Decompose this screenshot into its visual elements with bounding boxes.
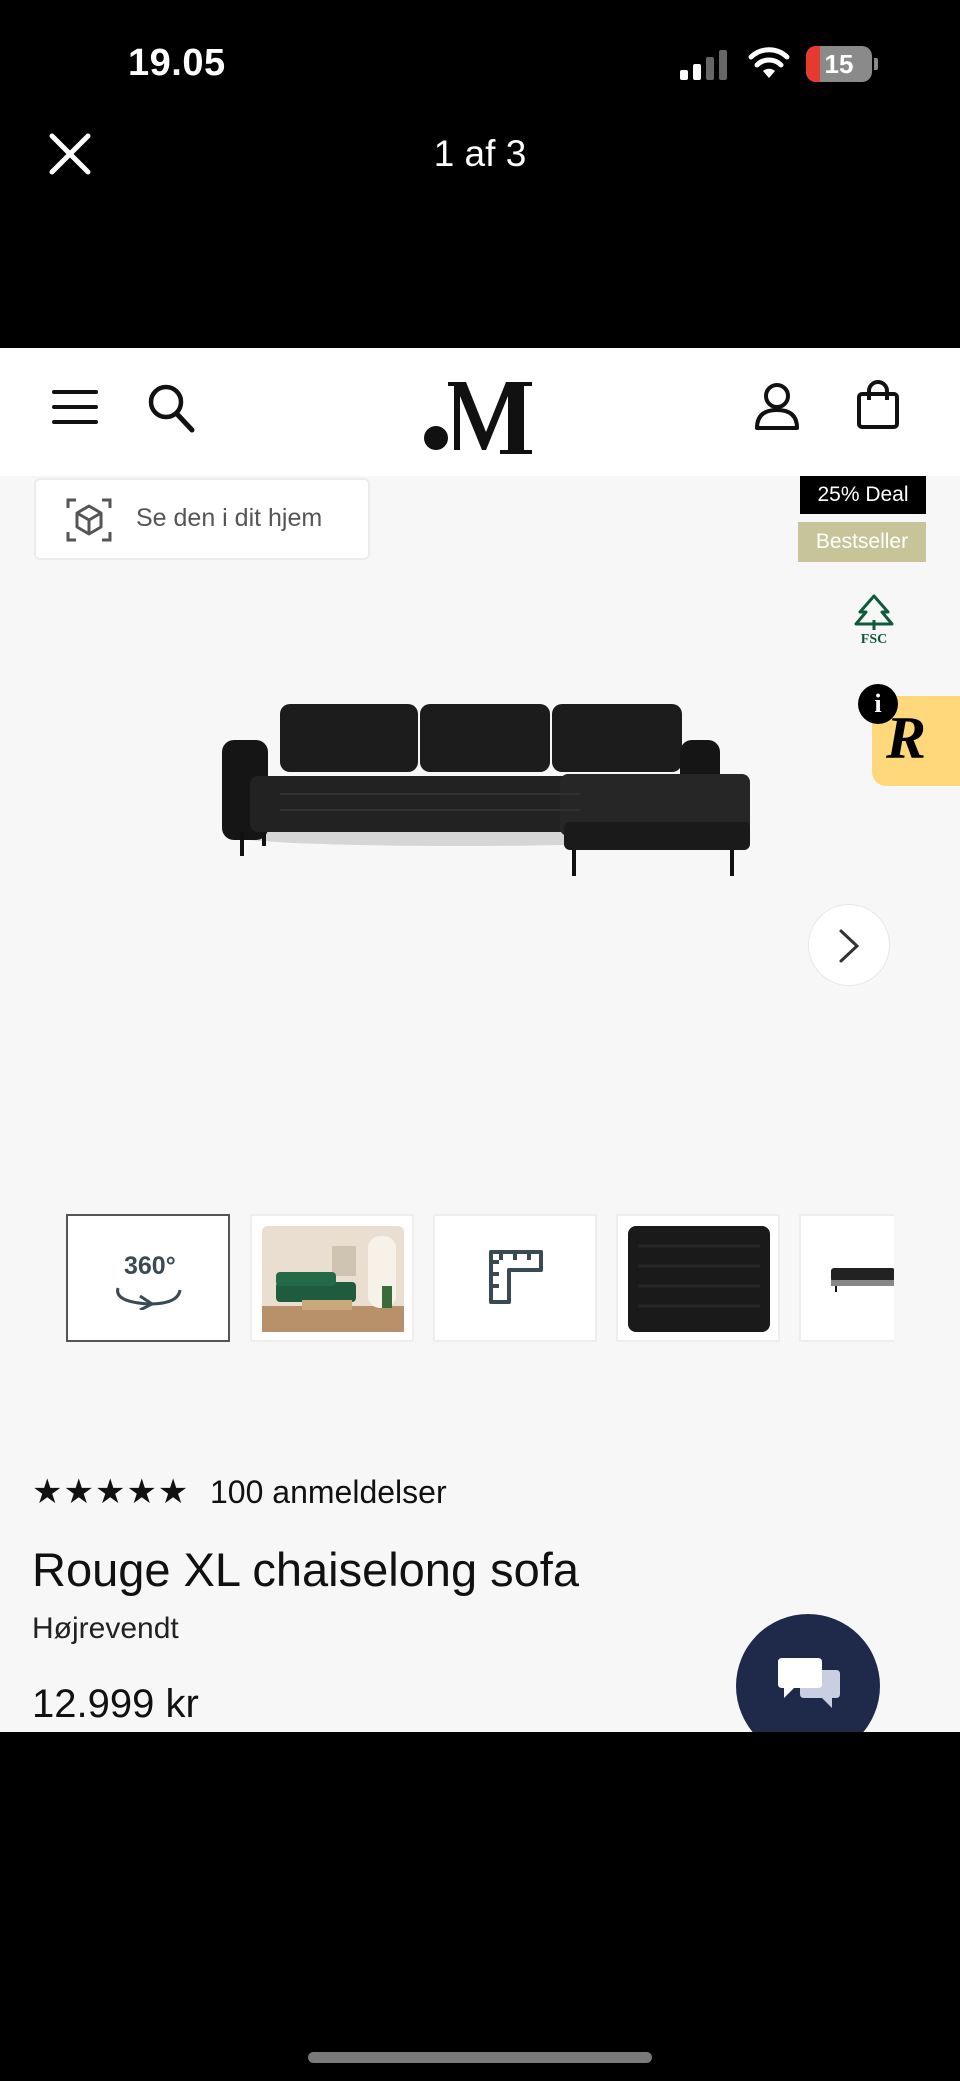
product-title: Rouge XL chaiselong sofa: [32, 1543, 579, 1596]
thumbnail-360-label: 360°: [124, 1252, 176, 1280]
thumbnail-dimensions[interactable]: [433, 1214, 597, 1342]
site-header: [0, 348, 960, 476]
cart-icon[interactable]: [856, 380, 900, 430]
product-page: Se den i dit hjem 25% Deal Bestseller FS…: [0, 348, 960, 1732]
battery-icon: 15: [806, 46, 878, 82]
thumbnail-side-view[interactable]: [799, 1214, 894, 1342]
chat-bubbles-icon: [778, 1658, 840, 1708]
ruler-icon: [489, 1250, 543, 1304]
fsc-label: FSC: [860, 632, 888, 647]
thumbnail-360[interactable]: 360°: [66, 1214, 230, 1342]
wifi-icon: [748, 47, 790, 78]
close-icon[interactable]: [44, 128, 96, 180]
info-icon[interactable]: i: [858, 684, 898, 724]
sofa-side-image: [831, 1268, 894, 1292]
cellular-signal-icon: [680, 50, 727, 80]
fabric-swatch-image: [628, 1226, 770, 1332]
chevron-right-icon: [839, 929, 860, 963]
review-count[interactable]: 100 anmeldelser: [210, 1474, 447, 1511]
menu-icon[interactable]: [52, 388, 98, 426]
site-logo[interactable]: [420, 366, 540, 456]
account-icon[interactable]: [754, 382, 800, 432]
product-variant: Højrevendt: [32, 1612, 179, 1645]
battery-level: 15: [824, 49, 854, 79]
ar-cube-icon: [66, 498, 112, 542]
product-price: 12.999 kr: [32, 1682, 199, 1726]
rotate-360-icon: [116, 1287, 182, 1310]
next-image-button[interactable]: [808, 904, 890, 986]
page-counter: 1 af 3: [433, 133, 527, 174]
view-in-room-button[interactable]: Se den i dit hjem: [34, 478, 370, 560]
chat-button[interactable]: [736, 1614, 880, 1732]
rating-stars[interactable]: ★★★★★: [32, 1472, 189, 1512]
home-indicator[interactable]: [308, 2052, 652, 2063]
search-icon[interactable]: [146, 382, 196, 434]
deal-badge: 25% Deal: [800, 476, 926, 514]
view-in-room-label: Se den i dit hjem: [136, 504, 323, 532]
status-time: 19.05: [128, 42, 226, 84]
room-scene-image: [262, 1226, 404, 1332]
bestseller-badge: Bestseller: [798, 522, 926, 562]
product-image[interactable]: [220, 704, 760, 904]
thumbnail-room-photo[interactable]: [250, 1214, 414, 1342]
thumbnail-fabric[interactable]: [616, 1214, 780, 1342]
